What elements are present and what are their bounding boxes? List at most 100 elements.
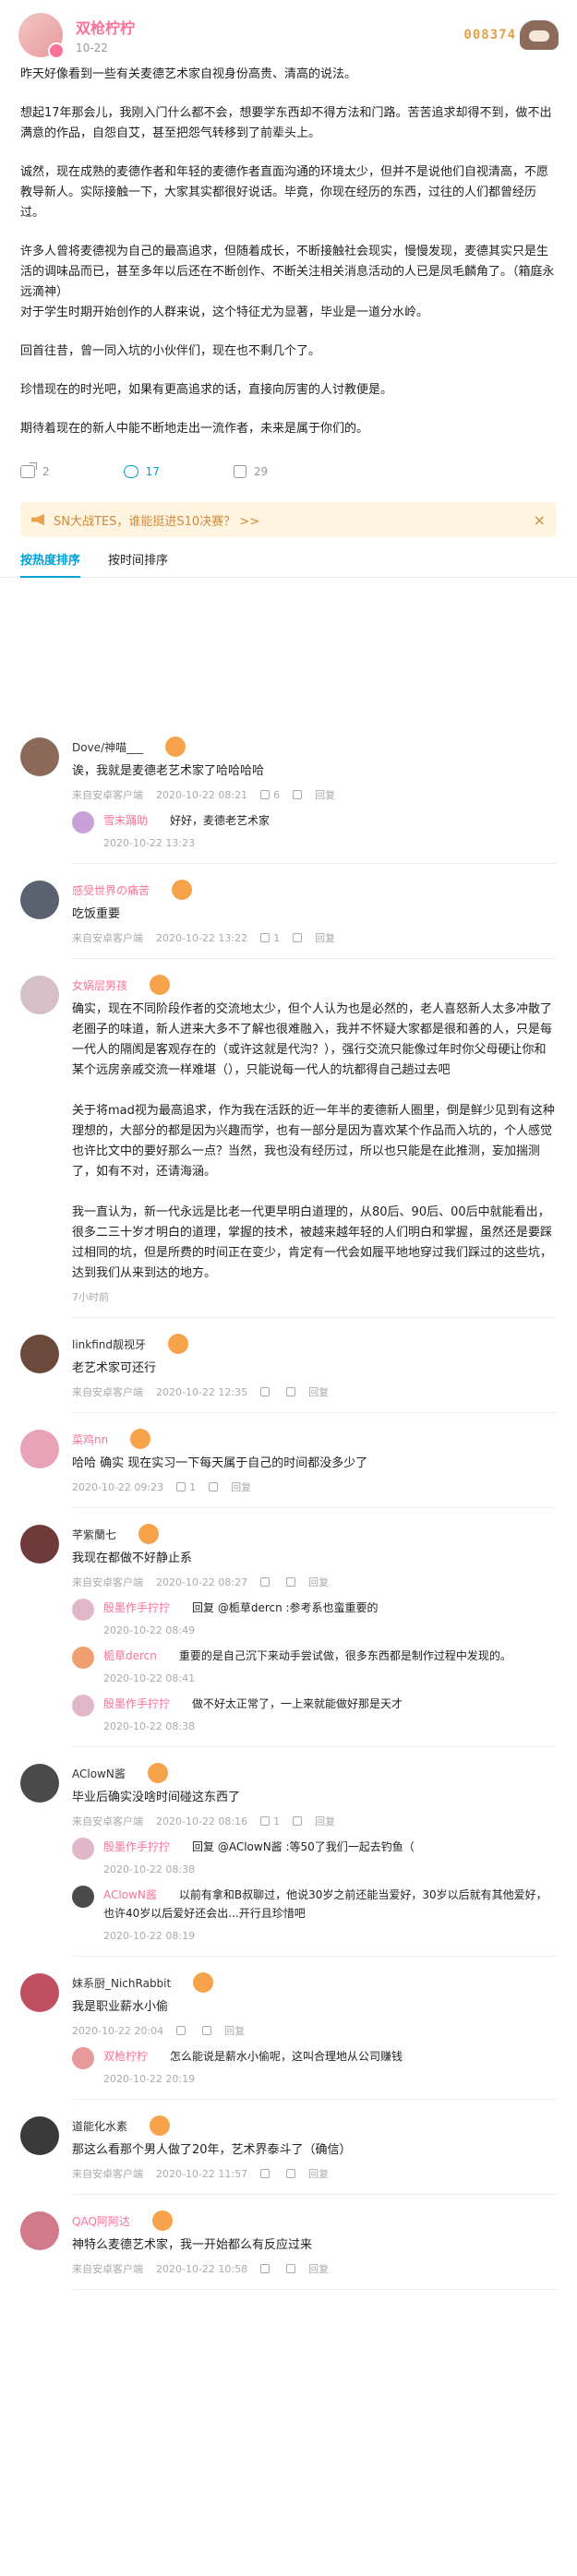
reply-author[interactable]: 殷墨作手拧拧 xyxy=(103,1840,170,1853)
reply-avatar[interactable] xyxy=(72,1695,94,1717)
thumbs-down-icon[interactable] xyxy=(286,2169,296,2178)
reply-author[interactable]: 殷墨作手拧拧 xyxy=(103,1697,170,1710)
comment-text: 诶，我就是麦德老艺术家了哈哈哈哈 xyxy=(72,764,265,778)
comment-like-button[interactable] xyxy=(176,2025,189,2037)
author-info: 双枪柠柠 10-22 xyxy=(76,16,463,54)
commenter-avatar[interactable] xyxy=(20,1335,59,1373)
reply-avatar[interactable] xyxy=(72,811,94,833)
commenter-name[interactable]: 菜鸡nn xyxy=(72,1432,108,1447)
reply-author[interactable]: 双枪柠柠 xyxy=(103,2050,148,2063)
commenter-name[interactable]: linkfind靓视牙 xyxy=(72,1336,146,1352)
reply-text: 以前有拿和B叔聊过，他说30岁之前还能当爱好，30岁以后就有其他爱好，也许40岁… xyxy=(103,1888,547,1920)
comment-like-button[interactable] xyxy=(260,1386,273,1398)
thumbs-down-icon[interactable] xyxy=(293,790,303,799)
thumbs-down-icon[interactable] xyxy=(286,2264,296,2273)
reply-avatar[interactable] xyxy=(72,1599,94,1621)
comment-meta: 2020-10-22 09:23 1 回复 xyxy=(72,1478,557,1496)
comment-like-button[interactable]: 1 xyxy=(260,932,280,944)
comment-item: QAQ阿阿达 神特么麦德艺术家，我一开始都么有反应过来 来自安卓客户端 2020-10… xyxy=(0,2195,577,2290)
reply-time: 2020-10-22 08:41 xyxy=(103,1671,196,1684)
post-date: 10-22 xyxy=(76,42,108,54)
comment-reply-button[interactable]: 回复 xyxy=(315,930,335,945)
reply-author[interactable]: AClowN酱 xyxy=(103,1888,157,1901)
comment-item: 道能化水素 那这么看那个男人做了20年，艺术界泰斗了（确信） 来自安卓客户端 2020… xyxy=(0,2100,577,2195)
comment-like-count: 1 xyxy=(273,1815,281,1827)
comment-reply-button[interactable]: 回复 xyxy=(308,2166,329,2181)
commenter-name[interactable]: 妹系厨_NichRabbit xyxy=(72,1975,171,1991)
comment-reply-button[interactable]: 回复 xyxy=(308,1575,329,1589)
comment-meta: 来自安卓客户端 2020-10-22 08:16 1 回复 xyxy=(72,1812,557,1830)
commenter-name[interactable]: 芊紫蘭七 xyxy=(72,1527,116,1542)
commenter-avatar[interactable] xyxy=(20,1525,59,1564)
commenter-avatar[interactable] xyxy=(20,2211,59,2250)
comment-like-button[interactable] xyxy=(260,1576,273,1588)
commenter-avatar[interactable] xyxy=(20,1973,59,2012)
comment-reply-button[interactable]: 回复 xyxy=(308,2261,329,2276)
like-button[interactable]: 29 xyxy=(233,465,268,478)
comment-like-button[interactable]: 1 xyxy=(260,1815,280,1827)
reply-avatar[interactable] xyxy=(72,1886,94,1908)
thumbs-down-icon[interactable] xyxy=(286,1577,296,1587)
comment-body: 芊紫蘭七 我现在都做不好静止系 来自安卓客户端 2020-10-22 08:27 回复殷… xyxy=(72,1524,557,1747)
reply-author[interactable]: 栀草dercn xyxy=(103,1649,157,1662)
author-avatar[interactable] xyxy=(18,13,65,59)
commenter-avatar[interactable] xyxy=(20,737,59,776)
thumbs-down-icon[interactable] xyxy=(209,1482,219,1492)
reply-item: 殷墨作手拧拧 做不好太正常了，一上来就能做好那是天才 2020-10-22 08:3… xyxy=(72,1695,557,1735)
commenter-name[interactable]: QAQ阿阿达 xyxy=(72,2213,130,2229)
commenter-name[interactable]: 女娲层男孩 xyxy=(72,977,127,993)
commenter-avatar[interactable] xyxy=(20,976,59,1014)
thumbs-down-icon[interactable] xyxy=(293,933,303,942)
post-paragraph: 想起17年那会儿，我刚入门什么都不会，想要学东西却不得方法和门路。苦苦追求却得不… xyxy=(20,106,552,140)
comment-name-row: 道能化水素 xyxy=(72,2115,557,2136)
commenter-name[interactable]: 道能化水素 xyxy=(72,2118,127,2134)
thumbs-down-icon[interactable] xyxy=(286,1387,296,1396)
comment-meta: 来自安卓客户端 2020-10-22 08:27 回复 xyxy=(72,1573,557,1591)
commenter-avatar[interactable] xyxy=(20,881,59,919)
comment-reply-button[interactable]: 回复 xyxy=(315,787,335,802)
reply-avatar[interactable] xyxy=(72,1838,94,1860)
reply-body: 双枪柠柠 怎么能说是薪水小偷呢，这叫合理地从公司赚钱 2020-10-22 20:1… xyxy=(103,2047,557,2088)
notice-text[interactable]: SN大战TES，谁能挺进S10决赛？ >> xyxy=(54,511,534,529)
reply-avatar[interactable] xyxy=(72,2047,94,2069)
comment-button[interactable]: 17 xyxy=(123,465,160,478)
commenter-name[interactable]: Dove/神喵___ xyxy=(72,739,143,755)
share-button[interactable]: 2 xyxy=(20,462,50,478)
comment-reply-button[interactable]: 回复 xyxy=(315,1814,335,1828)
comment-time: 2020-10-22 08:27 xyxy=(156,1576,248,1588)
comment-like-button[interactable] xyxy=(260,2263,273,2275)
fan-badge[interactable]: 008374 xyxy=(463,20,559,50)
thumbs-down-icon[interactable] xyxy=(293,1816,303,1826)
reply-meta: 2020-10-22 08:19 xyxy=(103,1926,557,1945)
speaker-icon xyxy=(31,514,44,525)
commenter-avatar[interactable] xyxy=(20,2116,59,2155)
thumbs-down-icon[interactable] xyxy=(202,2026,212,2035)
comment-item: linkfind靓视牙 老艺术家可还行 来自安卓客户端 2020-10-22 12:3… xyxy=(0,1318,577,1413)
comment-like-button[interactable]: 1 xyxy=(176,1481,196,1493)
reply-avatar[interactable] xyxy=(72,1647,94,1669)
comment-reply-button[interactable]: 回复 xyxy=(224,2023,245,2038)
commenter-avatar[interactable] xyxy=(20,1764,59,1803)
reply-item: AClowN酱 以前有拿和B叔聊过，他说30岁之前还能当爱好，30岁以后就有其他爱… xyxy=(72,1886,557,1945)
reply-meta: 2020-10-22 08:38 xyxy=(103,1717,557,1735)
tab-sort-time[interactable]: 按时间排序 xyxy=(108,550,168,577)
notice-bar[interactable]: SN大战TES，谁能挺进S10决赛？ >> × xyxy=(20,502,557,537)
commenter-name[interactable]: AClowN酱 xyxy=(72,1766,126,1781)
reply-author[interactable]: 雪末踊助 xyxy=(103,814,148,827)
reply-time: 2020-10-22 08:38 xyxy=(103,1863,196,1875)
commenter-avatar[interactable] xyxy=(20,1430,59,1468)
post-body: 昨天好像看到一些有关麦德艺术家自视身份高贵、清高的说法。 想起17年那会儿，我刚入… xyxy=(0,65,577,439)
reply-author[interactable]: 殷墨作手拧拧 xyxy=(103,1601,170,1614)
comment-reply-button[interactable]: 回复 xyxy=(308,1384,329,1399)
close-icon[interactable]: × xyxy=(534,511,546,529)
comment-like-button[interactable]: 6 xyxy=(260,789,280,801)
comment-source: 2020-10-22 20:04 xyxy=(72,2024,164,2037)
tab-sort-hot[interactable]: 按热度排序 xyxy=(20,550,81,578)
author-name[interactable]: 双枪柠柠 xyxy=(76,16,463,38)
comment-reply-button[interactable]: 回复 xyxy=(231,1480,251,1494)
reply-text: 做不好太正常了，一上来就能做好那是天才 xyxy=(192,1697,403,1710)
comment-like-button[interactable] xyxy=(260,2168,273,2180)
comment-item: 女娲层男孩 确实，现在不同阶段作者的交流地太少，但个人认为也是必然的，老人喜怒新人… xyxy=(0,959,577,1318)
comment-item: 菜鸡nn 哈哈 确实 现在实习一下每天属于自己的时间都没多少了 2020-10-22… xyxy=(0,1413,577,1508)
commenter-name[interactable]: 感受世界の痛苦 xyxy=(72,882,150,898)
